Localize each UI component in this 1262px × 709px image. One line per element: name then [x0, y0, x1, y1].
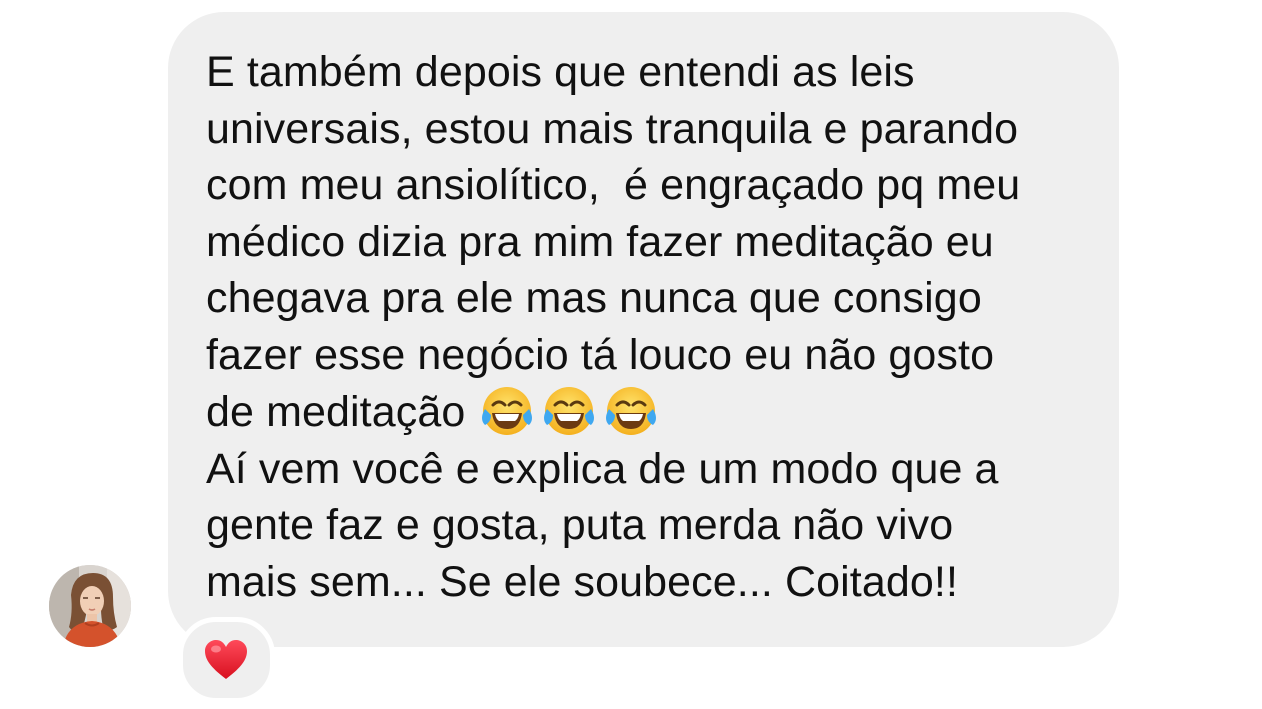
- face-with-tears-of-joy-icon: [603, 383, 659, 439]
- sender-avatar[interactable]: [49, 565, 131, 647]
- profile-photo-icon: [49, 565, 131, 647]
- message-line-with-emoji: de meditação: [206, 383, 1106, 441]
- red-heart-icon: [205, 640, 247, 679]
- message-line: chegava pra ele mas nunca que consigo: [206, 274, 982, 322]
- reaction-badge[interactable]: [178, 617, 275, 703]
- message-line: E também depois que entendi as leis: [206, 48, 915, 96]
- message-line: gente faz e gosta, puta merda não vivo: [206, 501, 954, 549]
- message-line: de meditação: [206, 388, 466, 436]
- face-with-tears-of-joy-icon: [541, 383, 597, 439]
- message-line: universais, estou mais tranquila e paran…: [206, 104, 1019, 153]
- message-line: fazer esse negócio tá louco eu não gosto: [206, 330, 995, 379]
- message-text: E também depois que entendi as leis univ…: [206, 44, 1106, 610]
- message-line: com meu ansiolítico, é engraçado pq meu: [206, 161, 1021, 209]
- face-with-tears-of-joy-icon: [479, 383, 535, 439]
- message-line: médico dizia pra mim fazer meditação eu: [206, 217, 994, 266]
- dm-thread: E também depois que entendi as leis univ…: [0, 0, 1262, 709]
- message-line: Aí vem você e explica de um modo que a: [206, 444, 999, 493]
- message-line: mais sem... Se ele soubece... Coitado!!: [206, 557, 958, 606]
